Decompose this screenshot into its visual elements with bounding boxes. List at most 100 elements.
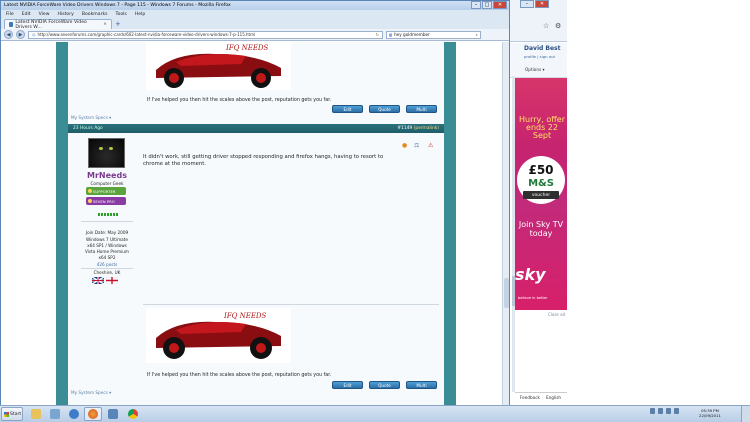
user-title: Computer Geek xyxy=(90,181,124,186)
post-number[interactable]: #1149 (permalink) xyxy=(397,126,439,131)
tab-close-icon[interactable]: × xyxy=(103,22,107,27)
edit-button[interactable]: Edit xyxy=(332,381,363,389)
taskbar-remote[interactable] xyxy=(104,407,122,421)
tray-icon-3[interactable] xyxy=(666,408,671,414)
taskbar: Start 05:39 PM 22/09/2011 xyxy=(0,405,750,422)
user-card: MrNeeds Computer Geek SUPPORTER SEVEN PR… xyxy=(77,138,133,393)
prev-multi-button[interactable]: Multi xyxy=(406,105,437,113)
back-icon[interactable]: ◀ xyxy=(4,30,13,39)
taskbar-chrome[interactable] xyxy=(124,407,142,421)
menu-tools[interactable]: Tools xyxy=(116,12,127,17)
language-link[interactable]: English xyxy=(546,395,561,400)
forward-icon[interactable]: ▶ xyxy=(16,30,25,39)
avatar[interactable] xyxy=(88,138,125,168)
supporter-badge: SUPPORTER xyxy=(86,187,126,195)
uk-flag-icon xyxy=(92,277,104,284)
car-logo-text-2: IFQ NEEDS xyxy=(223,312,267,320)
ad-headline: Hurry, offer ends 22 Sept xyxy=(519,115,565,140)
media-icon xyxy=(50,409,60,419)
prev-quote-button[interactable]: Quote xyxy=(369,105,400,113)
ad-voucher-label: voucher xyxy=(523,191,559,199)
side-user-links[interactable]: profile | sign out xyxy=(524,54,555,59)
advertisement[interactable]: Hurry, offer ends 22 Sept £50 M&S vouche… xyxy=(515,78,567,310)
tab-label: Latest NVIDIA ForceWare Video Drivers W.… xyxy=(15,19,87,30)
location: Cheshire, UK xyxy=(93,270,121,275)
url-bar[interactable]: ◎ http://www.sevenforums.com/graphic-car… xyxy=(28,30,383,39)
signature-text: If I've helped you then hit the scales a… xyxy=(147,373,332,378)
report-icon[interactable]: ⚠ xyxy=(428,142,433,149)
menu-history[interactable]: History xyxy=(58,12,74,17)
volume-icon[interactable] xyxy=(674,408,679,414)
taskbar-media[interactable] xyxy=(46,407,64,421)
chrome-icon xyxy=(128,409,138,419)
warning-icon[interactable]: ● xyxy=(402,142,407,149)
ad-cta: Join Sky TV today xyxy=(518,220,564,238)
new-tab-icon[interactable]: + xyxy=(115,20,121,29)
start-button[interactable]: Start xyxy=(1,407,23,421)
post-time: 23 Hours Ago xyxy=(73,126,103,131)
taskbar-firefox[interactable] xyxy=(84,407,102,421)
favicon-icon xyxy=(9,22,14,27)
car-logo-text: IFQ NEEDS xyxy=(225,44,269,52)
close-icon[interactable]: ✕ xyxy=(493,1,507,9)
system-specs-link[interactable]: My System Specs ▾ xyxy=(71,390,111,395)
ie-icon xyxy=(69,409,79,419)
maximize-icon[interactable]: □ xyxy=(482,1,492,9)
google-icon: g xyxy=(389,32,392,37)
reputation-icon[interactable]: ⚖ xyxy=(414,142,419,149)
tray-icon-1[interactable] xyxy=(650,408,655,414)
ad-amount: £50 xyxy=(528,163,554,177)
reputation-bar xyxy=(98,213,118,216)
os-line-2: x64 SP1 / Windows xyxy=(87,243,127,248)
gear-icon[interactable]: ⚙ xyxy=(555,22,561,30)
page-scrollbar[interactable] xyxy=(502,42,509,405)
window-controls: – □ ✕ xyxy=(471,1,507,9)
clock-date: 22/09/2011 xyxy=(699,413,721,418)
menu-view[interactable]: View xyxy=(39,12,50,17)
window-title: Latest NVIDIA ForceWare Video Drivers Wi… xyxy=(4,3,231,8)
side-user-name[interactable]: David Best xyxy=(524,45,560,52)
feedback-link[interactable]: Feedback xyxy=(520,395,540,400)
search-bar[interactable]: g hey goldmember ⌕ xyxy=(386,30,481,39)
username[interactable]: MrNeeds xyxy=(77,171,137,180)
globe-icon: ◎ xyxy=(32,32,36,37)
tray-icon-2[interactable] xyxy=(658,408,663,414)
clock[interactable]: 05:39 PM 22/09/2011 xyxy=(690,408,730,418)
firefox-icon xyxy=(88,409,98,419)
england-flag-icon xyxy=(106,277,118,284)
taskbar-explorer[interactable] xyxy=(27,407,45,421)
minimize-icon[interactable]: – xyxy=(471,1,481,9)
menu-edit[interactable]: Edit xyxy=(22,12,31,17)
menu-help[interactable]: Help xyxy=(135,12,145,17)
taskbar-ie[interactable] xyxy=(65,407,83,421)
seven-pro-badge: SEVEN PRO xyxy=(86,197,126,205)
post-count[interactable]: 426 posts xyxy=(77,262,137,267)
side-close-icon[interactable]: ✕ xyxy=(535,0,549,8)
post-body: It didn't work, still getting driver sto… xyxy=(143,154,384,167)
side-panel-window: – ✕ ☆ ⚙ David Best profile | sign out Op… xyxy=(510,0,750,405)
options-dropdown[interactable]: Options ▾ xyxy=(525,67,545,72)
prev-signature-text: If I've helped you then hit the scales a… xyxy=(147,98,332,103)
menu-file[interactable]: File xyxy=(6,12,14,17)
post-header: 23 Hours Ago #1149 (permalink) xyxy=(68,124,444,133)
monitor-icon xyxy=(108,409,118,419)
search-icon[interactable]: ⌕ xyxy=(476,32,478,37)
quote-button[interactable]: Quote xyxy=(369,381,400,389)
reload-icon[interactable]: ↻ xyxy=(376,32,379,37)
os-line-1: Windows 7 Ultimate xyxy=(86,237,128,242)
prev-edit-button[interactable]: Edit xyxy=(332,105,363,113)
prev-system-specs-link[interactable]: My System Specs ▾ xyxy=(71,115,111,120)
multi-button[interactable]: Multi xyxy=(406,381,437,389)
page-border-right xyxy=(444,42,456,405)
show-desktop-button[interactable] xyxy=(741,406,750,422)
star-icon[interactable]: ☆ xyxy=(543,22,549,30)
search-input[interactable]: hey goldmember xyxy=(394,32,430,37)
tab-forum[interactable]: Latest NVIDIA ForceWare Video Drivers W.… xyxy=(4,19,112,30)
navigation-bar: ◀ ▶ ◎ http://www.sevenforums.com/graphic… xyxy=(1,29,509,41)
menu-bookmarks[interactable]: Bookmarks xyxy=(82,12,108,17)
close-ad-link[interactable]: Close ad xyxy=(548,312,565,317)
web-page: IFQ NEEDS If I've helped you then hit th… xyxy=(1,42,509,405)
ad-voucher-circle: £50 M&S voucher xyxy=(517,156,565,204)
signature-car-image: IFQ NEEDS xyxy=(146,42,291,90)
side-minimize-icon[interactable]: – xyxy=(520,0,534,8)
